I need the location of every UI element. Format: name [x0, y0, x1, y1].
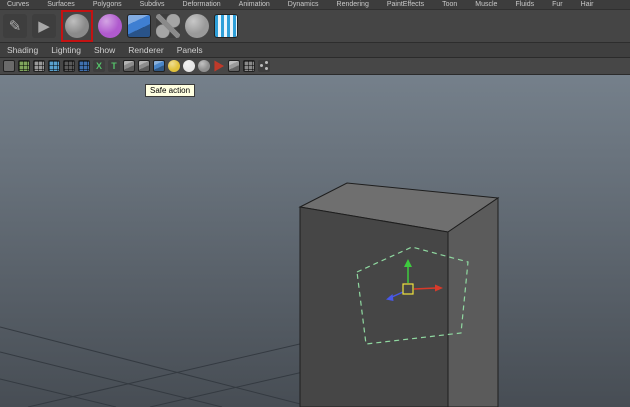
arrow-tool-icon[interactable]: ▶ [32, 14, 56, 38]
shelf-tab-dynamics[interactable]: Dynamics [288, 1, 319, 9]
safe-action-icon-glyph: X [95, 60, 102, 71]
shelf-tab-surfaces[interactable]: Surfaces [47, 1, 75, 9]
shelf-tab-fluids[interactable]: Fluids [515, 1, 534, 9]
shelf-tab-toon[interactable]: Toon [442, 1, 457, 9]
cube-front-face[interactable] [299, 206, 449, 407]
panel-menu-lighting[interactable]: Lighting [51, 45, 81, 55]
shelf-tab-rendering[interactable]: Rendering [337, 1, 369, 9]
viewport-panel[interactable] [0, 75, 630, 407]
film-gate-icon[interactable] [33, 60, 45, 72]
shelf-tab-polygons[interactable]: Polygons [93, 1, 122, 9]
safe-action-icon[interactable]: X [93, 60, 105, 72]
arrow-tool-icon-glyph: ▶ [38, 17, 50, 35]
panel-menu-renderer[interactable]: Renderer [128, 45, 163, 55]
resolution-gate-icon[interactable] [48, 60, 60, 72]
fluid-stripes-icon[interactable] [214, 14, 238, 38]
shelf-tab-bar: Curves Surfaces Polygons Subdivs Deformation… [0, 0, 630, 10]
cube-right-face[interactable] [447, 197, 499, 407]
soft-mod-sphere-icon[interactable] [98, 14, 122, 38]
panel-menu-panels[interactable]: Panels [177, 45, 203, 55]
field-chart-icon[interactable] [78, 60, 90, 72]
select-tool-icon[interactable] [3, 60, 15, 72]
frame-selection-icon[interactable] [138, 60, 150, 72]
share-panel-icon[interactable] [258, 60, 270, 72]
wireframe-shaded-icon[interactable] [243, 60, 255, 72]
active-tool-highlight [61, 10, 93, 42]
pencil-curve-icon[interactable]: ✎ [3, 14, 27, 38]
shelf-icon-row: ✎ ▶ [0, 10, 630, 43]
lighting-cube-icon[interactable] [153, 60, 165, 72]
panel-toolbar: XT [0, 58, 630, 75]
shelf-tab-subdivs[interactable]: Subdivs [140, 1, 165, 9]
safe-title-icon[interactable]: T [108, 60, 120, 72]
safe-action-tooltip: Safe action [145, 84, 196, 97]
shelf-tab-painteffects[interactable]: PaintEffects [387, 1, 424, 9]
panel-menu-bar: Shading Lighting Show Renderer Panels [0, 43, 630, 58]
lattice-cube-icon[interactable] [127, 14, 151, 38]
xray-cube-icon[interactable] [228, 60, 240, 72]
viewport-canvas[interactable] [0, 75, 630, 407]
safe-title-icon-glyph: T [111, 60, 117, 71]
shelf-tab-deformation[interactable]: Deformation [183, 1, 221, 9]
shelf-tab-hair[interactable]: Hair [581, 1, 594, 9]
shelf-tab-fur[interactable]: Fur [552, 1, 563, 9]
panel-menu-show[interactable]: Show [94, 45, 115, 55]
sculpt-sphere-icon[interactable] [65, 14, 89, 38]
round-tool-icon[interactable] [185, 14, 209, 38]
frame-all-icon[interactable] [123, 60, 135, 72]
manipulator-x-axis[interactable] [413, 287, 437, 290]
shelf-tab-curves[interactable]: Curves [7, 1, 29, 9]
pencil-curve-icon-glyph: ✎ [8, 17, 22, 35]
all-lights-sphere-icon[interactable] [183, 60, 195, 72]
default-light-sphere-icon[interactable] [168, 60, 180, 72]
no-lights-sphere-icon[interactable] [198, 60, 210, 72]
wrench-icon[interactable] [156, 14, 180, 38]
isolate-select-icon[interactable] [214, 60, 225, 72]
maya-window: Curves Surfaces Polygons Subdivs Deformation… [0, 0, 630, 407]
panel-menu-shading[interactable]: Shading [7, 45, 38, 55]
shelf-tab-muscle[interactable]: Muscle [475, 1, 497, 9]
grid-display-icon[interactable] [18, 60, 30, 72]
gate-mask-icon[interactable] [63, 60, 75, 72]
shelf-tab-animation[interactable]: Animation [239, 1, 270, 9]
